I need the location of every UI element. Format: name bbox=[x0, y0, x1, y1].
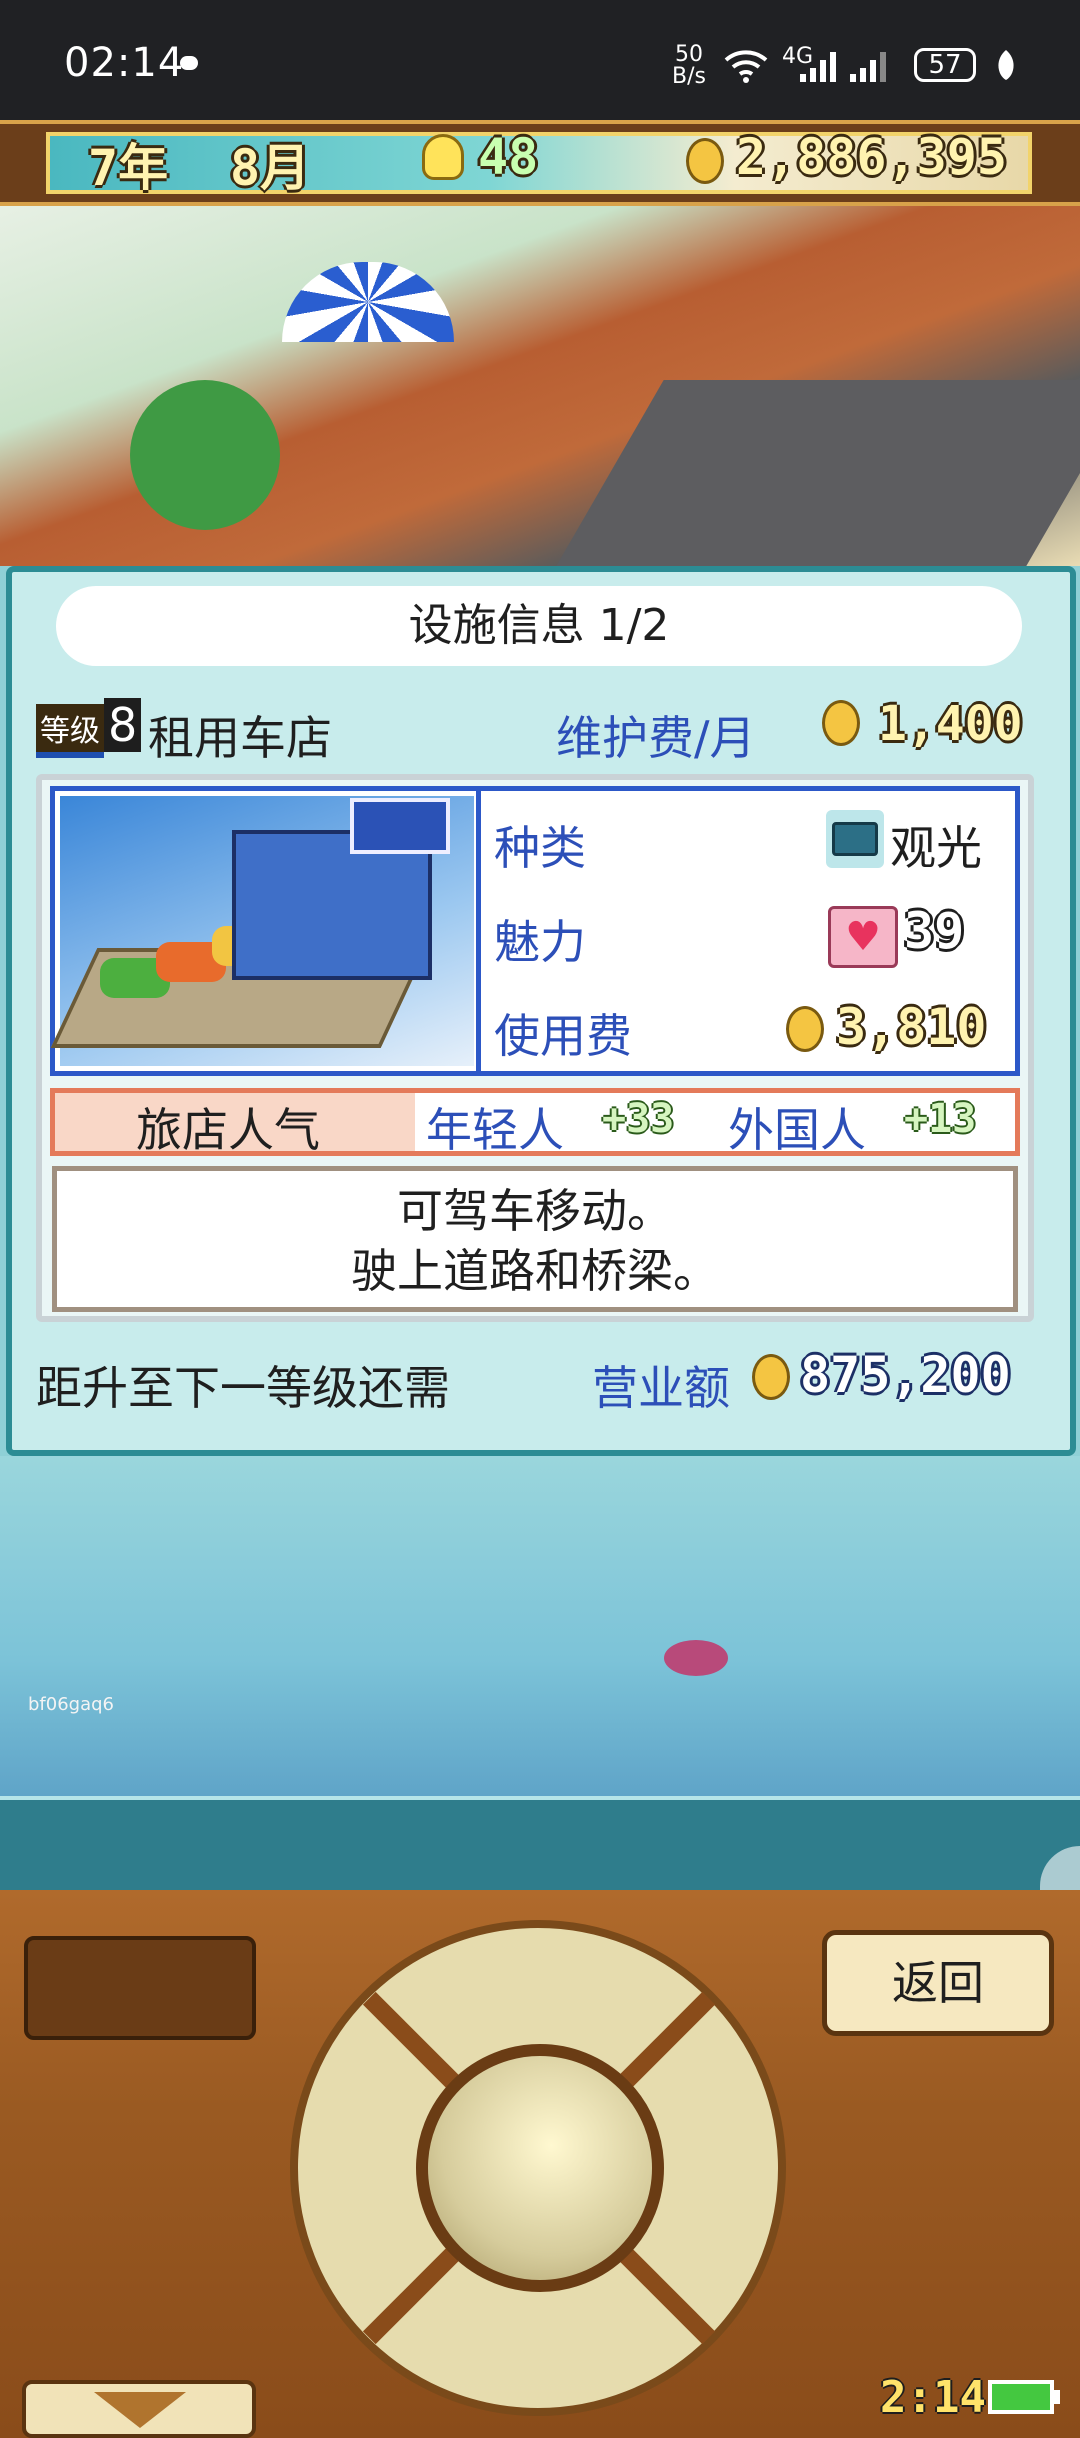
notification-icon bbox=[180, 56, 198, 70]
chevron-down-icon bbox=[94, 2392, 186, 2428]
coin-icon bbox=[822, 700, 860, 746]
camera-icon bbox=[832, 822, 878, 856]
young-value: +33 bbox=[602, 1096, 675, 1142]
foreign-value-number: 13 bbox=[928, 1096, 977, 1142]
description-line-2: 驶上道路和桥梁。 bbox=[351, 1244, 719, 1298]
signal-icon bbox=[800, 52, 836, 82]
lightbulb-icon bbox=[422, 134, 464, 180]
menu-slot-button[interactable] bbox=[24, 1936, 256, 2040]
fee-label: 使用费 bbox=[494, 1009, 632, 1063]
type-value: 观光 bbox=[890, 821, 982, 875]
type-label: 种类 bbox=[494, 821, 586, 875]
bottom-strip bbox=[0, 1796, 1080, 1890]
panel-title: 设施信息 1/2 bbox=[56, 586, 1022, 666]
heart-icon: ♥ bbox=[828, 906, 898, 968]
back-button[interactable]: 返回 bbox=[822, 1930, 1054, 2036]
facility-name: 租用车店 bbox=[148, 711, 332, 765]
charm-value: 39 bbox=[904, 902, 965, 960]
popularity-label: 旅店人气 bbox=[136, 1103, 320, 1157]
battery-icon-tip bbox=[1054, 2390, 1060, 2404]
description-line-1: 可驾车移动。 bbox=[397, 1184, 673, 1238]
coin-icon bbox=[752, 1354, 790, 1400]
battery-indicator: 57 bbox=[914, 48, 976, 82]
fish-sprite bbox=[664, 1640, 728, 1676]
shop-sign bbox=[350, 798, 450, 854]
level-number: 8 bbox=[104, 698, 142, 752]
facility-description: 可驾车移动。 驶上道路和桥梁。 bbox=[52, 1166, 1018, 1312]
sales-value: 875,200 bbox=[800, 1346, 1011, 1404]
game-year: 7年 bbox=[88, 139, 169, 197]
divider bbox=[476, 786, 481, 1076]
battery-icon bbox=[988, 2380, 1054, 2414]
net-speed-unit: B/s bbox=[672, 64, 706, 89]
fee-value: 3,810 bbox=[836, 998, 987, 1056]
foreign-value: +13 bbox=[904, 1096, 977, 1142]
charm-label: 魅力 bbox=[494, 915, 586, 969]
status-time: 02:14 bbox=[64, 40, 185, 86]
wifi-icon bbox=[724, 50, 768, 83]
upkeep-value: 1,400 bbox=[878, 696, 1023, 752]
idea-points: 48 bbox=[478, 128, 539, 186]
dpad-center-button[interactable] bbox=[416, 2044, 664, 2292]
sales-label: 营业额 bbox=[592, 1361, 730, 1415]
upkeep-label: 维护费/月 bbox=[556, 711, 756, 765]
next-level-label: 距升至下一等级还需 bbox=[36, 1361, 450, 1415]
signal-icon-2 bbox=[850, 52, 886, 82]
leaf-icon bbox=[998, 50, 1014, 80]
watermark: bf06gaq6 bbox=[28, 1694, 115, 1715]
young-label: 年轻人 bbox=[426, 1103, 564, 1157]
level-badge: 等级 bbox=[36, 704, 104, 758]
game-clock: 2:14 bbox=[880, 2372, 986, 2423]
net-speed: 50 B/s bbox=[672, 44, 706, 88]
young-value-number: 33 bbox=[626, 1096, 675, 1142]
coin-icon bbox=[786, 1006, 824, 1052]
game-month: 8月 bbox=[230, 139, 311, 197]
coin-icon bbox=[686, 138, 724, 184]
status-bar: 02:14 50 B/s 4G 57 bbox=[0, 0, 1080, 120]
money-total: 2,886,395 bbox=[736, 128, 1007, 186]
palm-tree bbox=[130, 380, 280, 530]
sea-scene[interactable] bbox=[0, 1456, 1080, 1796]
foreign-label: 外国人 bbox=[728, 1103, 866, 1157]
